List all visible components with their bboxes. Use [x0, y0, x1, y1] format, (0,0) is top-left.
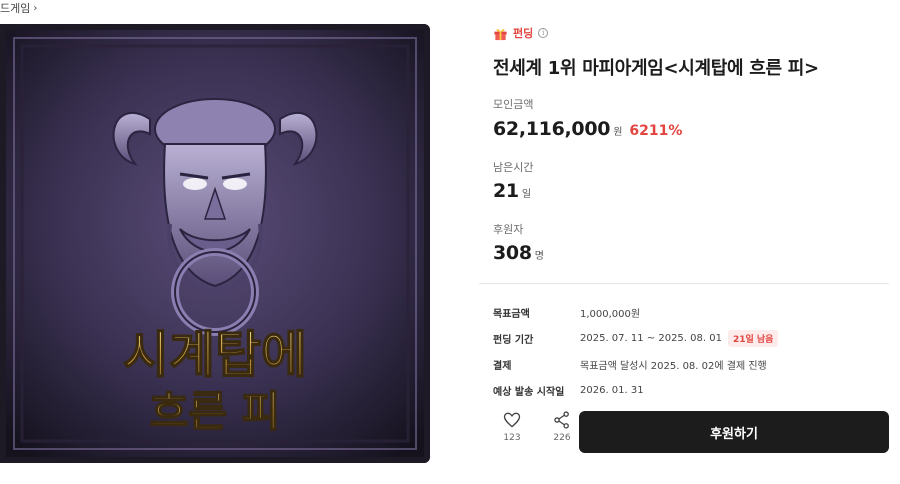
raised-label: 모인금액 [493, 98, 534, 111]
share-button[interactable]: 226 [547, 410, 577, 443]
detail-key: 예상 발송 시작일 [493, 386, 565, 398]
detail-value: 1,000,000원 [580, 308, 641, 320]
gift-icon [494, 28, 507, 40]
days-left-badge: 21일 남음 [727, 329, 779, 347]
remaining-value: 21 [493, 180, 519, 202]
detail-value: 2026. 01. 31 [580, 384, 644, 396]
remaining-unit: 일 [521, 189, 532, 200]
info-icon[interactable]: i [538, 28, 549, 38]
detail-value: 2025. 07. 11 ~ 2025. 08. 01 [580, 332, 722, 344]
backers-value: 308 [493, 242, 532, 264]
detail-key: 목표금액 [493, 308, 530, 320]
remaining-time: 21 일 [493, 180, 531, 202]
share-icon [554, 411, 569, 429]
like-count: 123 [503, 433, 521, 443]
action-bar: 123 226 [497, 410, 577, 443]
achievement-percent: 6211% [629, 123, 683, 139]
heart-icon [503, 412, 521, 428]
share-count: 226 [553, 433, 571, 443]
logo-title-line2: 흐른 피 [150, 387, 281, 436]
project-cover-image: 시계탑에 흐른 피 [0, 24, 430, 463]
category-tag: 펀딩 i [493, 24, 893, 42]
backers-unit: 명 [534, 251, 544, 262]
category-label: 펀딩 [513, 27, 534, 40]
detail-row-payment: 결제 목표금액 달성시 2025. 08. 02에 결제 진행 [493, 351, 893, 377]
detail-key: 결제 [493, 360, 512, 372]
divider [479, 283, 889, 284]
remaining-label: 남은시간 [493, 161, 534, 174]
funding-details: 목표금액 1,000,000원 펀딩 기간 2025. 07. 11 ~ 202… [493, 299, 893, 403]
detail-key: 펀딩 기간 [493, 334, 534, 346]
detail-row-goal: 목표금액 1,000,000원 [493, 299, 893, 325]
detail-value-wrap: 2025. 07. 11 ~ 2025. 08. 01 21일 남음 [580, 329, 779, 347]
breadcrumb[interactable]: 드게임 › [0, 0, 37, 16]
project-title: 전세계 1위 마피아게임<시계탑에 흐른 피> [493, 58, 819, 79]
support-button[interactable]: 후원하기 [579, 411, 889, 453]
raised-unit: 원 [613, 127, 623, 138]
detail-row-period: 펀딩 기간 2025. 07. 11 ~ 2025. 08. 01 21일 남음 [493, 325, 893, 351]
breadcrumb-label: 드게임 [0, 2, 31, 15]
detail-value: 목표금액 달성시 2025. 08. 02에 결제 진행 [580, 360, 767, 372]
logo-title-line1: 시계탑에 [123, 325, 307, 384]
raised-amount: 62,116,000 원 6211% [493, 118, 682, 140]
backers-label: 후원자 [493, 223, 524, 236]
detail-row-shipping: 예상 발송 시작일 2026. 01. 31 [493, 377, 893, 403]
project-info-panel: 펀딩 i 전세계 1위 마피아게임<시계탑에 흐른 피> 모인금액 62,116… [493, 24, 893, 264]
like-button[interactable]: 123 [497, 410, 527, 443]
backers-count: 308 명 [493, 242, 544, 264]
raised-value: 62,116,000 [493, 118, 611, 140]
chevron-right-icon: › [33, 2, 38, 14]
